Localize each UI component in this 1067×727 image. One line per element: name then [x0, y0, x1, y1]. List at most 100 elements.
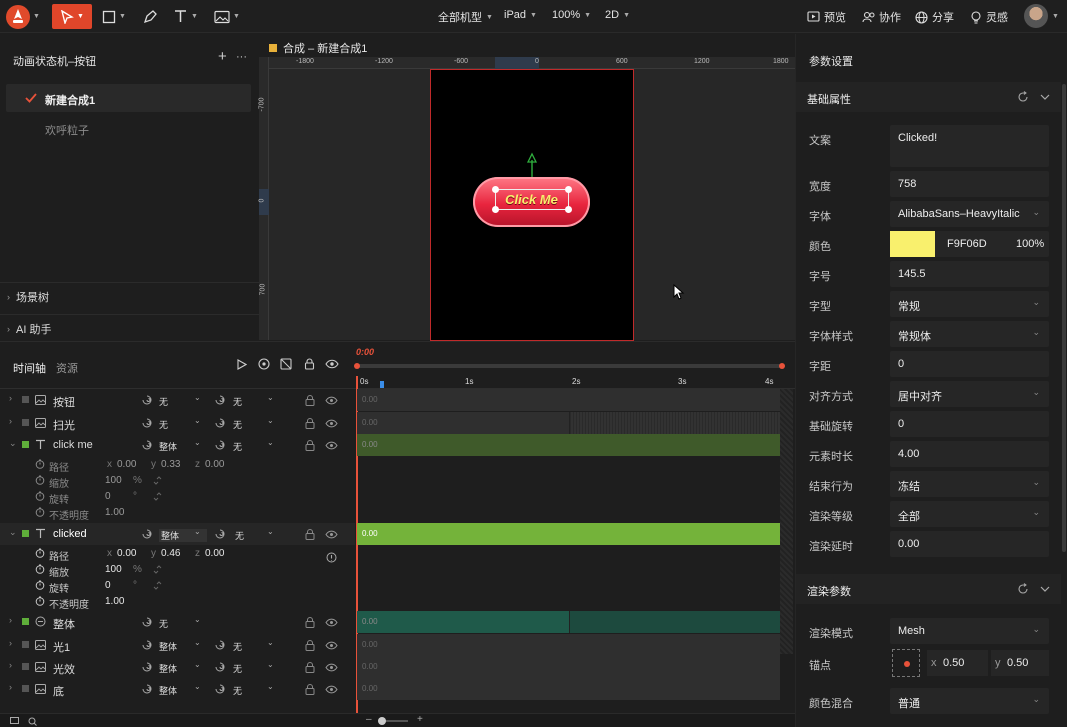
link-icon[interactable]: [142, 617, 152, 627]
layer-track-bar[interactable]: 0.00: [357, 412, 780, 434]
range-start-handle[interactable]: [354, 363, 360, 369]
spacing-input[interactable]: 0: [890, 351, 1049, 377]
layer-parent-select[interactable]: 整体: [159, 662, 177, 675]
layer-row[interactable]: › 按钮 无 ⌄ 无 ⌄: [0, 389, 355, 411]
layer-mask-select[interactable]: 无: [233, 662, 242, 675]
end-behavior-select[interactable]: 冻结 ⌄: [890, 471, 1049, 497]
opacity-value[interactable]: 1.00: [105, 507, 124, 518]
eye-icon[interactable]: [325, 618, 338, 627]
render-section-header[interactable]: 渲染参数: [796, 574, 1061, 604]
eye-icon[interactable]: [325, 419, 338, 428]
play-icon[interactable]: [236, 359, 247, 370]
text-tool-button[interactable]: ▼: [173, 4, 198, 29]
pen-tool-button[interactable]: [143, 4, 158, 29]
inspiration-button[interactable]: 灵感: [970, 9, 1008, 25]
range-end-handle[interactable]: [779, 363, 785, 369]
layer-parent-select[interactable]: 整体: [159, 684, 177, 697]
scrollbar[interactable]: [1062, 84, 1066, 552]
app-menu-button[interactable]: ▼: [6, 4, 40, 29]
layer-parent-select[interactable]: 无: [159, 418, 168, 431]
anchor-y-input[interactable]: y 0.50: [991, 650, 1049, 676]
layer-track-bar[interactable]: 0.00: [357, 389, 780, 411]
ai-assistant-section[interactable]: › AI 助手: [7, 321, 51, 337]
mask-icon[interactable]: [280, 358, 292, 370]
link-chain-icon[interactable]: [153, 565, 162, 574]
chevron-right-icon[interactable]: ›: [9, 638, 12, 648]
layer-mask-select[interactable]: 无: [233, 418, 242, 431]
lock-icon[interactable]: [305, 640, 315, 651]
zoom-slider[interactable]: [378, 717, 408, 725]
rotation-input[interactable]: 0: [890, 411, 1049, 437]
link-icon[interactable]: [142, 684, 152, 694]
eye-icon[interactable]: [325, 663, 338, 672]
stopwatch-icon[interactable]: [35, 596, 45, 606]
eye-icon[interactable]: [325, 641, 338, 650]
zoom-in-button[interactable]: +: [417, 714, 423, 725]
eye-icon[interactable]: [325, 685, 338, 694]
layer-parent-select[interactable]: 整体: [159, 640, 177, 653]
keyframe-icon[interactable]: [258, 358, 270, 370]
layer-mask-select[interactable]: 无: [233, 640, 242, 653]
layer-parent-select[interactable]: 无: [159, 617, 168, 630]
selection-box[interactable]: [492, 186, 572, 213]
link-icon[interactable]: [215, 440, 225, 450]
chevron-down-icon[interactable]: [1040, 585, 1050, 593]
composition-tab[interactable]: 合成 – 新建合成1: [269, 40, 367, 56]
anchor-x-input[interactable]: x 0.50: [927, 650, 988, 676]
rotation-value[interactable]: 0: [105, 580, 111, 591]
resize-handle[interactable]: [565, 186, 572, 193]
zoom-slider-thumb[interactable]: [378, 717, 386, 725]
link-icon[interactable]: [142, 418, 152, 428]
more-options-icon[interactable]: ···: [236, 51, 247, 63]
font-style-select[interactable]: 常规体 ⌄: [890, 321, 1049, 347]
chevron-right-icon[interactable]: ›: [9, 393, 12, 403]
width-input[interactable]: 758: [890, 171, 1049, 197]
layer-row[interactable]: › 整体 无 ⌄: [0, 611, 355, 633]
position-z-value[interactable]: 0.00: [205, 459, 224, 470]
chevron-down-icon[interactable]: [1040, 93, 1050, 101]
position-y-value[interactable]: 0.33: [161, 459, 180, 470]
stopwatch-icon[interactable]: [35, 459, 45, 469]
chevron-right-icon[interactable]: ›: [9, 615, 12, 625]
canvas-area[interactable]: 合成 – 新建合成1 -1800 -1200 -600 0 600 1200 1…: [258, 34, 795, 341]
render-delay-input[interactable]: 0.00: [890, 531, 1049, 557]
reset-icon[interactable]: [1017, 583, 1029, 595]
link-icon[interactable]: [142, 395, 152, 405]
link-chain-icon[interactable]: [153, 581, 162, 590]
basic-section-header[interactable]: 基础属性: [796, 82, 1061, 112]
position-y-value[interactable]: 0.46: [161, 548, 180, 559]
duration-input[interactable]: 4.00: [890, 441, 1049, 467]
link-chain-icon[interactable]: [153, 492, 162, 501]
stopwatch-icon[interactable]: [35, 548, 45, 558]
position-x-value[interactable]: 0.00: [117, 459, 136, 470]
layer-track-bar[interactable]: 0.00: [357, 656, 780, 678]
layer-track-bar[interactable]: 0.00: [357, 611, 780, 633]
rectangle-tool-button[interactable]: ▼: [102, 4, 126, 29]
search-icon[interactable]: [28, 717, 37, 726]
layer-row[interactable]: › 扫光 无 ⌄ 无 ⌄: [0, 412, 355, 434]
align-select[interactable]: 居中对齐 ⌄: [890, 381, 1049, 407]
link-icon[interactable]: [215, 662, 225, 672]
link-icon[interactable]: [215, 529, 225, 539]
layer-row[interactable]: › 光效 整体 ⌄ 无 ⌄: [0, 656, 355, 678]
layer-row[interactable]: ⌄ clicked 整体 ⌄ 无 ⌄: [0, 523, 355, 545]
layer-row[interactable]: › 底 整体 ⌄ 无 ⌄: [0, 678, 355, 700]
size-input[interactable]: 145.5: [890, 261, 1049, 287]
layer-mask-select[interactable]: 无: [233, 395, 242, 408]
text-input[interactable]: Clicked!: [890, 125, 1049, 167]
eye-icon[interactable]: [325, 441, 338, 450]
image-tool-button[interactable]: ▼: [214, 4, 240, 29]
chevron-down-icon[interactable]: ⌄: [9, 527, 17, 538]
lock-icon[interactable]: [305, 684, 315, 695]
link-icon[interactable]: [215, 640, 225, 650]
track-segment[interactable]: [569, 611, 780, 633]
user-menu[interactable]: ▼: [1024, 4, 1059, 28]
mode-dropdown[interactable]: 2D ▼: [605, 9, 630, 21]
tab-timeline[interactable]: 时间轴: [13, 360, 46, 376]
layer-row[interactable]: ⌄ click me 整体 ⌄ 无 ⌄: [0, 434, 355, 456]
layer-mask-select[interactable]: 无: [233, 440, 242, 453]
lock-icon[interactable]: [304, 358, 315, 370]
zoom-out-button[interactable]: –: [366, 714, 372, 725]
lock-icon[interactable]: [305, 395, 315, 406]
position-z-value[interactable]: 0.00: [205, 548, 224, 559]
